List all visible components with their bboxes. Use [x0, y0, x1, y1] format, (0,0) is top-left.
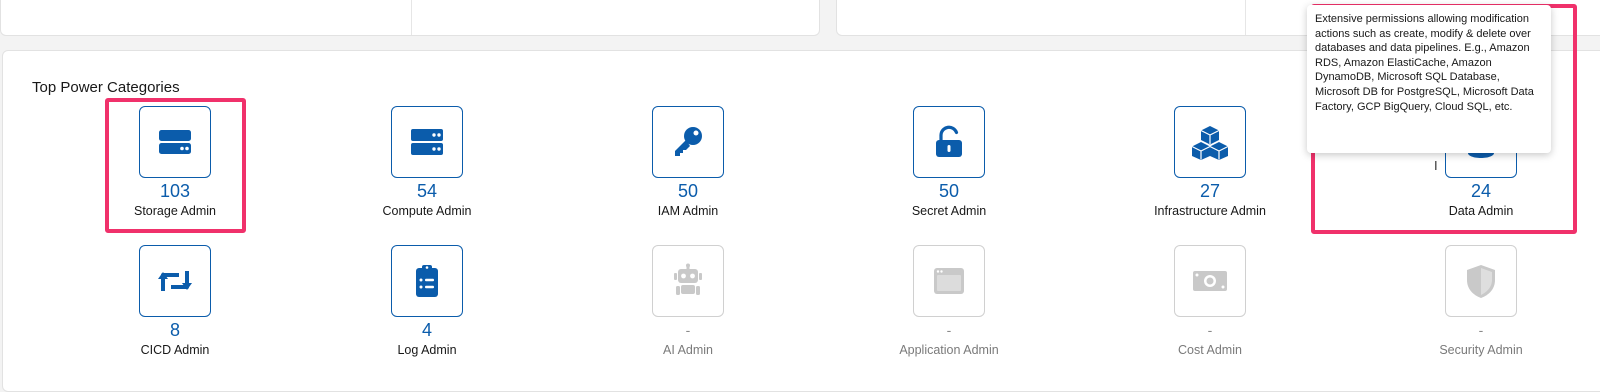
category-label: Security Admin: [1439, 343, 1523, 357]
category-compute-admin[interactable]: 54 Compute Admin: [327, 106, 527, 219]
shield-icon: [1445, 245, 1517, 317]
clipboard-list-icon: [391, 245, 463, 317]
unlock-icon: [913, 106, 985, 178]
money-bill-icon: [1174, 245, 1246, 317]
category-security-admin[interactable]: - Security Admin: [1381, 245, 1581, 358]
storage-admin-highlight: [105, 98, 246, 233]
text-cursor-icon: I: [1434, 158, 1438, 173]
retweet-icon: [139, 245, 211, 317]
card-divider: [1245, 0, 1246, 35]
category-count: -: [1207, 322, 1213, 338]
category-log-admin[interactable]: 4 Log Admin: [327, 245, 527, 358]
category-count: -: [946, 322, 952, 338]
window-icon: [913, 245, 985, 317]
category-count: 50: [677, 181, 699, 201]
category-count: 54: [416, 181, 438, 201]
category-label: Cost Admin: [1178, 343, 1242, 357]
category-infrastructure-admin[interactable]: 27 Infrastructure Admin: [1110, 106, 1310, 219]
category-cicd-admin[interactable]: 8 CICD Admin: [75, 245, 275, 358]
card-divider: [411, 0, 412, 35]
data-admin-tooltip: Extensive permissions allowing modificat…: [1307, 5, 1551, 153]
key-icon: [652, 106, 724, 178]
robot-icon: [652, 245, 724, 317]
category-secret-admin[interactable]: 50 Secret Admin: [849, 106, 1049, 219]
category-iam-admin[interactable]: 50 IAM Admin: [588, 106, 788, 219]
category-label: IAM Admin: [657, 204, 719, 218]
cubes-icon: [1174, 106, 1246, 178]
category-cost-admin[interactable]: - Cost Admin: [1110, 245, 1310, 358]
category-label: Compute Admin: [382, 204, 472, 218]
category-label: Log Admin: [397, 343, 457, 357]
category-count: -: [685, 322, 691, 338]
server-icon: [391, 106, 463, 178]
category-label: Secret Admin: [911, 204, 987, 218]
category-count: 50: [938, 181, 960, 201]
category-application-admin[interactable]: - Application Admin: [849, 245, 1049, 358]
section-title: Top Power Categories: [32, 79, 180, 96]
summary-card-left: [0, 0, 820, 36]
category-count: 8: [169, 320, 180, 340]
category-count: -: [1478, 322, 1484, 338]
category-label: AI Admin: [662, 343, 714, 357]
category-label: CICD Admin: [140, 343, 210, 357]
category-ai-admin[interactable]: - AI Admin: [588, 245, 788, 358]
category-label: Infrastructure Admin: [1154, 204, 1266, 218]
category-count: 4: [421, 320, 432, 340]
category-count: 27: [1199, 181, 1221, 201]
category-label: Application Admin: [899, 343, 999, 357]
